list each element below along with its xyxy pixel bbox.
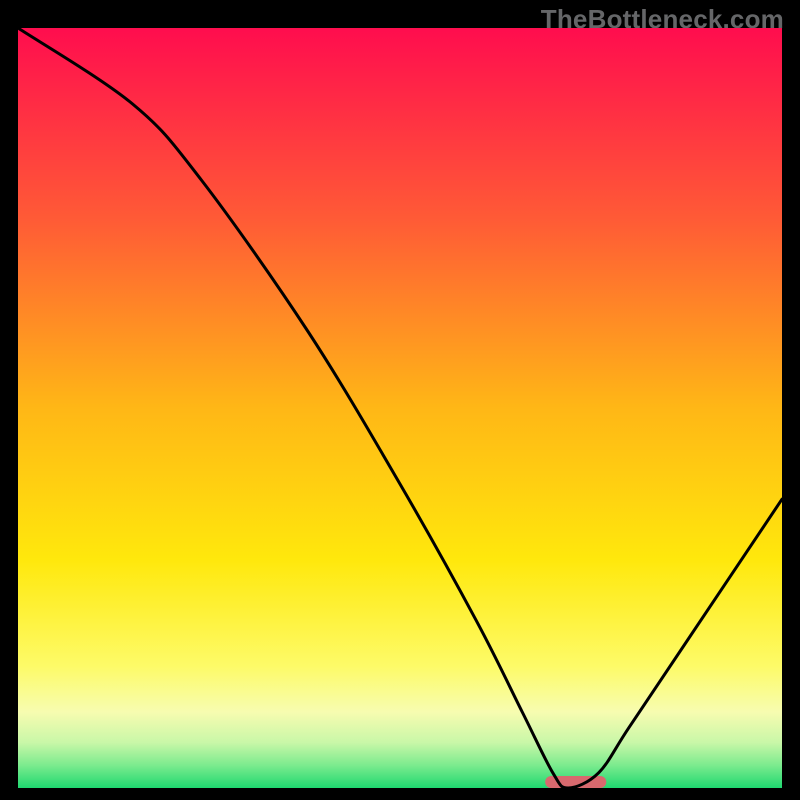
bottleneck-chart — [18, 28, 782, 788]
heatmap-background — [18, 28, 782, 788]
